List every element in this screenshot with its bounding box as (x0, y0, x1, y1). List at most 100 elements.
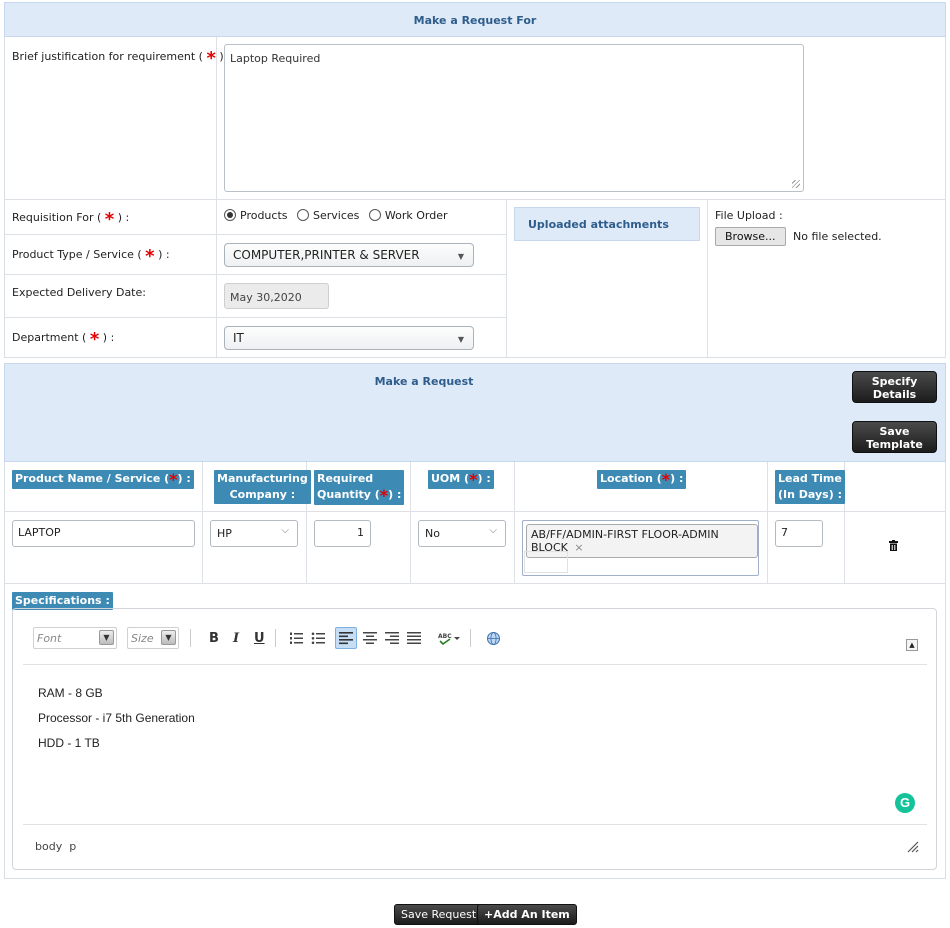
lead-time-input[interactable]: 7 (775, 520, 823, 547)
required-asterisk: * (379, 486, 389, 505)
globe-icon[interactable] (486, 631, 501, 649)
department-value: IT (233, 331, 244, 345)
italic-button[interactable]: I (233, 631, 239, 646)
product-type-label: Product Type / Service ( * ) : (12, 246, 170, 267)
bullet-list-icon[interactable] (311, 631, 325, 648)
column-divider (767, 462, 768, 583)
align-center-icon[interactable] (363, 631, 377, 648)
product-type-value: COMPUTER,PRINTER & SERVER (233, 248, 420, 262)
department-select[interactable]: IT ▼ (224, 326, 474, 350)
request-for-title: Make a Request For (413, 14, 537, 27)
label-column-divider (216, 37, 217, 357)
resize-grip-icon[interactable] (792, 180, 800, 188)
radio-checked-icon[interactable] (224, 209, 236, 221)
chevron-down-icon: ⌵ (281, 525, 289, 536)
column-header-uom: UOM (*) : (428, 470, 494, 489)
location-search-input[interactable] (524, 551, 568, 573)
column-divider (514, 462, 515, 583)
bold-button[interactable]: B (209, 631, 219, 646)
numbered-list-icon[interactable] (289, 631, 303, 648)
radio-services[interactable]: Services (297, 209, 359, 222)
required-asterisk: * (89, 329, 100, 350)
requisition-radio-group: Products Services Work Order (224, 209, 448, 222)
align-right-icon[interactable] (385, 631, 399, 648)
grammarly-icon[interactable]: G (895, 793, 915, 813)
request-for-header: Make a Request For (4, 2, 946, 37)
quantity-input[interactable]: 1 (314, 520, 371, 547)
radio-unchecked-icon[interactable] (297, 209, 309, 221)
row-divider (4, 234, 506, 235)
product-name-input[interactable]: LAPTOP (12, 520, 195, 547)
column-header-quantity: Required Quantity (*) : (314, 470, 405, 505)
justification-textarea[interactable]: Laptop Required (224, 44, 804, 192)
font-select[interactable]: Font ▼ (33, 627, 117, 649)
column-divider (410, 462, 411, 583)
make-request-title: Make a Request (374, 375, 474, 388)
resize-handle-icon[interactable] (907, 841, 919, 856)
department-label: Department ( * ) : (12, 329, 115, 350)
collapse-toolbar-icon[interactable]: ▲ (906, 639, 918, 651)
toolbar-separator (190, 629, 191, 647)
column-divider (506, 199, 507, 357)
underline-button[interactable]: U (254, 631, 265, 646)
caret-down-icon: ▼ (457, 335, 464, 344)
radio-products[interactable]: Products (224, 209, 288, 222)
file-upload-label: File Upload : (715, 209, 783, 222)
toolbar-divider (23, 664, 927, 665)
required-asterisk: * (169, 470, 178, 489)
column-header-product: Product Name / Service (*) : (12, 470, 194, 489)
remove-tag-icon[interactable]: × (574, 541, 583, 554)
column-header-lead-time: Lead Time (In Days) : (775, 470, 845, 504)
required-asterisk: * (145, 246, 155, 267)
uploaded-attachments-header: Uploaded attachments (514, 207, 700, 241)
column-header-location: Location (*) : (597, 470, 687, 489)
caret-down-icon: ▼ (457, 252, 464, 261)
table-divider (4, 511, 946, 512)
dropdown-arrow-icon: ▼ (99, 630, 114, 645)
rich-text-editor: Font ▼ Size ▼ B I U ABC ▲ RAM - 8 GB Pro… (12, 608, 937, 870)
dropdown-arrow-icon: ▼ (161, 630, 176, 645)
manufacturer-select[interactable]: HP ⌵ (210, 520, 298, 547)
delivery-date-label: Expected Delivery Date: (12, 286, 146, 299)
no-file-text: No file selected. (793, 230, 882, 243)
toolbar-separator (275, 629, 276, 647)
radio-work-order[interactable]: Work Order (368, 209, 448, 222)
justification-label: Brief justification for requirement ( * … (12, 48, 224, 69)
column-divider (202, 462, 203, 583)
svg-text:ABC: ABC (438, 633, 452, 640)
requisition-label: Requisition For ( * ) : (12, 209, 130, 230)
chevron-down-icon: ⌵ (489, 525, 497, 536)
required-asterisk: * (661, 470, 671, 489)
spec-line[interactable]: HDD - 1 TB (38, 736, 100, 750)
radio-unchecked-icon[interactable] (368, 209, 381, 221)
required-asterisk: * (206, 48, 216, 69)
uom-select[interactable]: No ⌵ (418, 520, 506, 547)
table-divider (4, 583, 946, 584)
column-header-manufacturing: Manufacturing Company : (214, 470, 311, 504)
toolbar-separator (470, 629, 471, 647)
file-upload-control: Browse... No file selected. (715, 227, 882, 246)
align-left-icon[interactable] (335, 627, 357, 649)
make-request-header: Make a Request (4, 363, 946, 462)
spellcheck-icon[interactable]: ABC (438, 631, 460, 648)
location-multiselect[interactable]: AB/FF/ADMIN-FIRST FLOOR-ADMIN BLOCK × (522, 520, 759, 576)
row-divider (4, 317, 506, 318)
row-divider (4, 274, 506, 275)
spec-line[interactable]: Processor - i7 5th Generation (38, 711, 195, 725)
trash-icon[interactable] (889, 540, 898, 551)
specify-details-button[interactable]: Specify Details (852, 371, 937, 403)
spec-line[interactable]: RAM - 8 GB (38, 686, 103, 700)
status-divider (23, 824, 927, 825)
required-asterisk: * (104, 209, 115, 230)
save-request-button[interactable]: Save Request (394, 904, 484, 925)
browse-button[interactable]: Browse... (715, 227, 786, 246)
size-select[interactable]: Size ▼ (127, 627, 179, 649)
row-divider (4, 199, 946, 200)
save-template-button[interactable]: Save Template (852, 421, 937, 453)
add-item-button[interactable]: +Add An Item (477, 904, 577, 925)
product-type-select[interactable]: COMPUTER,PRINTER & SERVER ▼ (224, 243, 474, 267)
justify-icon[interactable] (407, 631, 421, 648)
justification-text: Laptop Required (230, 52, 321, 65)
delivery-date-input[interactable]: May 30,2020 (224, 283, 329, 309)
element-path: body p (35, 840, 77, 853)
